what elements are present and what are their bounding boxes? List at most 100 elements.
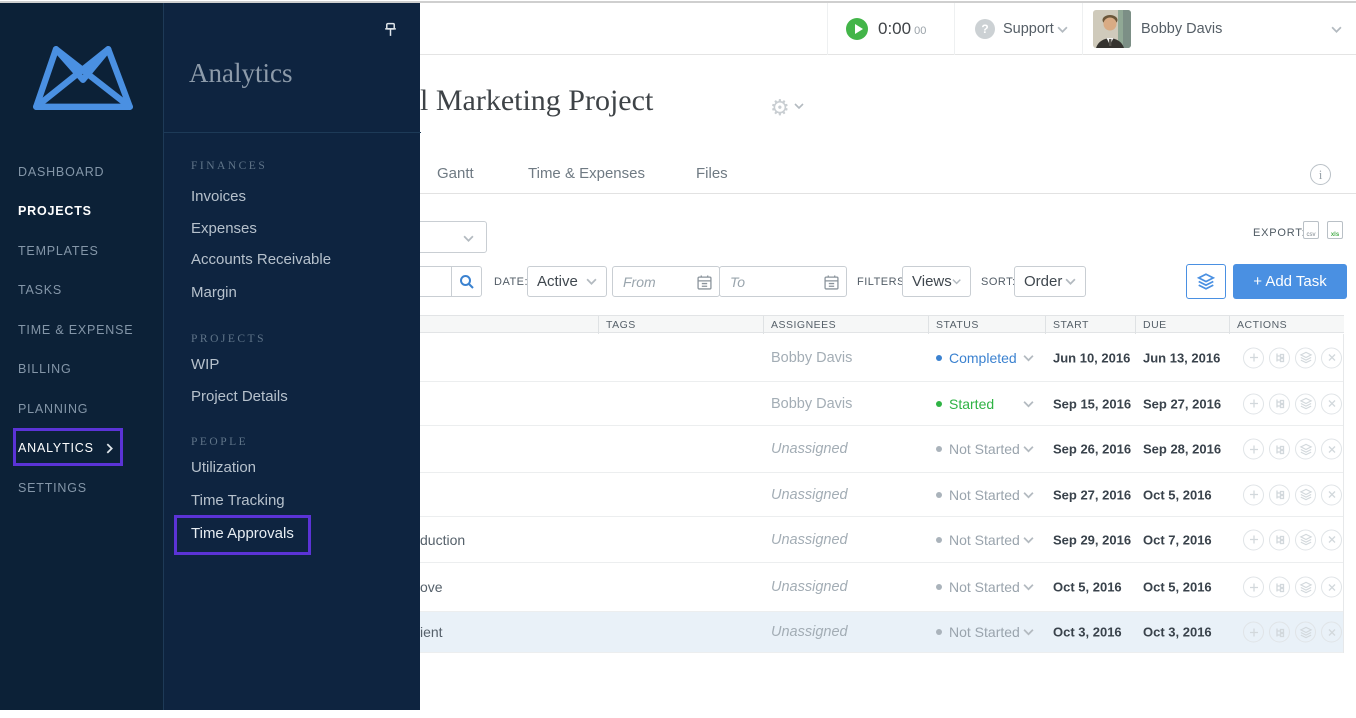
layers-icon[interactable]: [1295, 529, 1316, 550]
task-name-cell[interactable]: ient: [420, 624, 443, 640]
date-range-select[interactable]: Active: [527, 266, 607, 297]
subtask-branch-icon[interactable]: [1269, 347, 1290, 368]
support-menu[interactable]: ? Support: [954, 3, 1082, 55]
views-filter-select[interactable]: Views: [902, 266, 971, 297]
sidebar-item-templates[interactable]: TEMPLATES: [0, 231, 163, 271]
timer-value: 0:0000: [878, 19, 926, 39]
add-subtask-icon[interactable]: [1243, 393, 1264, 414]
task-name-cell[interactable]: duction: [420, 532, 465, 548]
timer-minutes: 0:00: [878, 19, 911, 38]
views-filter-value: Views: [912, 273, 952, 290]
export-csv-icon[interactable]: csv: [1303, 221, 1319, 239]
status-dropdown-chevron[interactable]: [1023, 629, 1034, 636]
calendar-icon[interactable]: [697, 275, 712, 290]
subtask-branch-icon[interactable]: [1269, 577, 1290, 598]
mavenlink-logo-icon[interactable]: [28, 42, 138, 119]
chevron-down-icon: [1057, 26, 1068, 33]
sidebar-item-dashboard[interactable]: DASHBOARD: [0, 152, 163, 192]
layers-icon[interactable]: [1295, 484, 1316, 505]
delete-icon[interactable]: [1321, 347, 1342, 368]
flyout-item-accounts-receivable[interactable]: Accounts Receivable: [191, 251, 331, 268]
status-cell: Started: [936, 396, 994, 412]
add-subtask-icon[interactable]: [1243, 622, 1264, 643]
tab-files[interactable]: Files: [696, 165, 728, 182]
search-button[interactable]: [451, 266, 482, 297]
add-subtask-icon[interactable]: [1243, 347, 1264, 368]
info-icon[interactable]: i: [1310, 164, 1331, 185]
flyout-item-time-approvals[interactable]: Time Approvals: [191, 525, 294, 542]
sidebar-item-analytics[interactable]: ANALYTICS: [0, 429, 163, 469]
sort-order-select[interactable]: Order: [1014, 266, 1086, 297]
due-date-cell: Oct 5, 2016: [1143, 487, 1212, 502]
assignee-cell: Unassigned: [771, 441, 848, 457]
export-label: EXPORT:: [1253, 227, 1305, 239]
add-subtask-icon[interactable]: [1243, 439, 1264, 460]
status-dropdown-chevron[interactable]: [1023, 491, 1034, 498]
column-header-actions: ACTIONS: [1237, 319, 1287, 331]
add-subtask-icon[interactable]: [1243, 529, 1264, 550]
sidebar-item-planning[interactable]: PLANNING: [0, 389, 163, 429]
assignee-cell: Bobby Davis: [771, 396, 852, 412]
sidebar-item-billing[interactable]: BILLING: [0, 350, 163, 390]
sidebar-nav: DASHBOARD PROJECTS TEMPLATES TASKS TIME …: [0, 152, 163, 508]
flyout-item-project-details[interactable]: Project Details: [191, 388, 288, 405]
layers-icon[interactable]: [1295, 577, 1316, 598]
row-actions: [1243, 529, 1342, 550]
layers-icon[interactable]: [1295, 393, 1316, 414]
user-menu[interactable]: Bobby Davis: [1082, 3, 1356, 55]
add-subtask-icon[interactable]: [1243, 577, 1264, 598]
assignee-cell: Bobby Davis: [771, 350, 852, 366]
status-dropdown-chevron[interactable]: [1023, 584, 1034, 591]
sidebar-item-time-expense[interactable]: TIME & EXPENSE: [0, 310, 163, 350]
main-sidebar: DASHBOARD PROJECTS TEMPLATES TASKS TIME …: [0, 0, 163, 710]
subtask-branch-icon[interactable]: [1269, 393, 1290, 414]
tab-gantt[interactable]: Gantt: [437, 165, 474, 182]
flyout-item-wip[interactable]: WIP: [191, 356, 219, 373]
calendar-icon[interactable]: [824, 275, 839, 290]
timer-play-icon[interactable]: [846, 18, 868, 40]
layers-icon[interactable]: [1295, 347, 1316, 368]
status-dropdown-chevron[interactable]: [1023, 400, 1034, 407]
subtask-branch-icon[interactable]: [1269, 439, 1290, 460]
add-subtask-icon[interactable]: [1243, 484, 1264, 505]
subtask-branch-icon[interactable]: [1269, 484, 1290, 505]
analytics-flyout-panel: Analytics FINANCES Invoices Expenses Acc…: [163, 0, 420, 710]
project-settings-gear-icon[interactable]: ⚙: [770, 95, 804, 121]
status-dropdown-chevron[interactable]: [1023, 446, 1034, 453]
pin-icon[interactable]: [383, 22, 398, 39]
add-task-button[interactable]: + Add Task: [1233, 264, 1347, 299]
flyout-item-time-tracking[interactable]: Time Tracking: [191, 492, 285, 509]
tab-time-expenses[interactable]: Time & Expenses: [528, 165, 645, 182]
export-xls-icon[interactable]: xls: [1327, 221, 1343, 239]
sidebar-item-tasks[interactable]: TASKS: [0, 271, 163, 311]
column-header-assignees: ASSIGNEES: [771, 319, 836, 331]
layers-icon[interactable]: [1295, 622, 1316, 643]
sidebar-item-projects[interactable]: PROJECTS: [0, 192, 163, 232]
task-name-cell[interactable]: ove: [420, 579, 443, 595]
delete-icon[interactable]: [1321, 393, 1342, 414]
flyout-item-margin[interactable]: Margin: [191, 284, 237, 301]
sidebar-item-settings[interactable]: SETTINGS: [0, 468, 163, 508]
flyout-item-utilization[interactable]: Utilization: [191, 459, 256, 476]
window-top-edge: [0, 0, 1356, 3]
status-dropdown-chevron[interactable]: [1023, 354, 1034, 361]
flyout-item-expenses[interactable]: Expenses: [191, 220, 257, 237]
delete-icon[interactable]: [1321, 484, 1342, 505]
delete-icon[interactable]: [1321, 439, 1342, 460]
row-actions: [1243, 347, 1342, 368]
delete-icon[interactable]: [1321, 622, 1342, 643]
layers-icon[interactable]: [1295, 439, 1316, 460]
subtask-branch-icon[interactable]: [1269, 622, 1290, 643]
delete-icon[interactable]: [1321, 529, 1342, 550]
timer-section[interactable]: 0:0000: [827, 3, 954, 55]
delete-icon[interactable]: [1321, 577, 1342, 598]
row-actions: [1243, 393, 1342, 414]
flyout-item-invoices[interactable]: Invoices: [191, 188, 246, 205]
subtask-branch-icon[interactable]: [1269, 529, 1290, 550]
status-dropdown-chevron[interactable]: [1023, 536, 1034, 543]
start-date-cell: Jun 10, 2016: [1053, 350, 1130, 365]
date-range-value: Active: [537, 273, 578, 290]
status-cell: Not Started: [936, 487, 1020, 503]
group-layers-button[interactable]: [1186, 264, 1226, 299]
status-cell: Not Started: [936, 441, 1020, 457]
